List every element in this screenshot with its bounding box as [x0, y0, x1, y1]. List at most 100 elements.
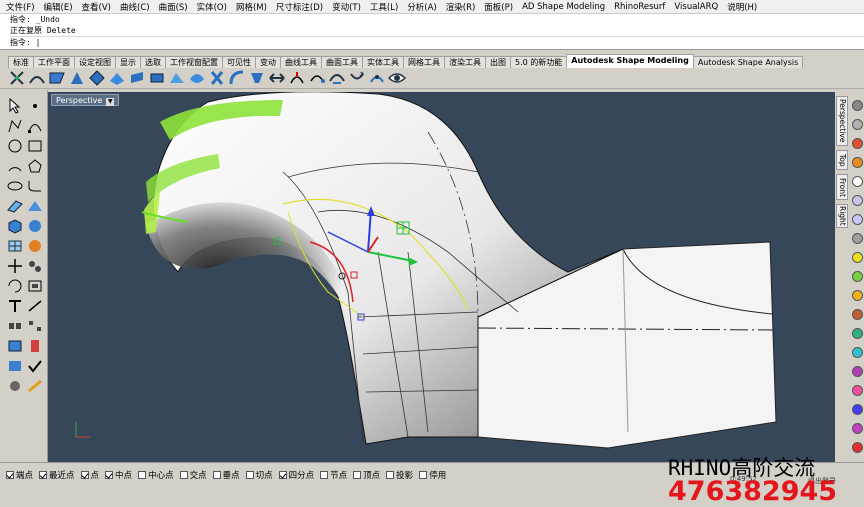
bend-icon[interactable] [228, 69, 246, 87]
menu-item[interactable]: 分析(A) [407, 1, 436, 13]
select-arrow-icon[interactable] [6, 98, 24, 114]
move-arrows-icon[interactable] [8, 69, 26, 87]
command-prompt-input[interactable]: 指令: | [10, 36, 864, 47]
toolbar-tab[interactable]: Autodesk Shape Modeling [566, 54, 694, 68]
toolbar-tab[interactable]: 曲面工具 [321, 56, 363, 68]
circle-icon[interactable] [6, 138, 24, 154]
sculpt-icon[interactable] [168, 69, 186, 87]
group-icon[interactable] [6, 338, 24, 354]
menu-item[interactable]: 说明(H) [727, 1, 757, 13]
menu-item[interactable]: VisualARQ [674, 2, 718, 12]
toolbar-tab[interactable]: 出图 [485, 56, 511, 68]
taper-icon[interactable] [248, 69, 266, 87]
color-swatch[interactable] [852, 214, 863, 225]
color-swatch[interactable] [852, 404, 863, 415]
toolbar-tab[interactable]: 设定视图 [74, 56, 116, 68]
analyze-icon[interactable] [6, 378, 24, 394]
twist-icon[interactable] [208, 69, 226, 87]
layer-icon[interactable] [26, 338, 44, 354]
osnap-checkbox[interactable] [278, 470, 287, 479]
osnap-checkbox[interactable] [179, 470, 188, 479]
toolbar-tab[interactable]: 选取 [140, 56, 166, 68]
menu-item[interactable]: 曲线(C) [120, 1, 150, 13]
osnap-checkbox[interactable] [138, 470, 147, 479]
toolbar-tab[interactable]: 渲染工具 [444, 56, 486, 68]
blend-surface-icon[interactable] [28, 69, 46, 87]
zebra-icon[interactable] [328, 69, 346, 87]
explode-icon[interactable] [26, 318, 44, 334]
viewport-menu-arrow-icon[interactable]: ▼ [106, 98, 115, 106]
split-icon[interactable] [26, 298, 44, 314]
copy-icon[interactable] [26, 258, 44, 274]
join-icon[interactable] [6, 318, 24, 334]
menu-item[interactable]: 文件(F) [6, 1, 35, 13]
loft-icon[interactable] [26, 198, 44, 214]
arc-icon[interactable] [6, 158, 24, 174]
osnap-option[interactable]: 中点 [105, 469, 132, 481]
color-swatch[interactable] [852, 100, 863, 111]
polygon-icon[interactable] [26, 158, 44, 174]
fillet-curve-icon[interactable] [26, 178, 44, 194]
view-tab[interactable]: Right [836, 204, 848, 228]
toolbar-tab[interactable]: 工作视窗配置 [165, 56, 223, 68]
view-tab[interactable]: Front [836, 174, 848, 200]
color-swatch[interactable] [852, 138, 863, 149]
menu-item[interactable]: 查看(V) [82, 1, 111, 13]
flip-icon[interactable] [348, 69, 366, 87]
move-icon[interactable] [6, 258, 24, 274]
control-point-curve-icon[interactable] [26, 118, 44, 134]
osnap-checkbox[interactable] [245, 470, 254, 479]
menu-item[interactable]: 工具(L) [370, 1, 398, 13]
toolbar-tab[interactable]: Autodesk Shape Analysis [692, 56, 804, 68]
perspective-viewport[interactable]: Perspective ▼ [48, 92, 835, 462]
color-swatch[interactable] [852, 195, 863, 206]
osnap-checkbox[interactable] [386, 470, 395, 479]
toolbar-tab[interactable]: 5.0 的新功能 [510, 56, 568, 68]
match-surface-icon[interactable] [48, 69, 66, 87]
color-swatch[interactable] [852, 385, 863, 396]
color-swatch[interactable] [852, 176, 863, 187]
color-swatch[interactable] [852, 309, 863, 320]
surface-fillet-icon[interactable] [108, 69, 126, 87]
menu-item[interactable]: 面板(P) [484, 1, 513, 13]
align-surface-icon[interactable] [68, 69, 86, 87]
toolbar-tab[interactable]: 可见性 [222, 56, 256, 68]
osnap-option[interactable]: 顶点 [353, 469, 380, 481]
toolbar-tab[interactable]: 实体工具 [362, 56, 404, 68]
osnap-checkbox[interactable] [353, 470, 362, 479]
osnap-checkbox[interactable] [80, 470, 89, 479]
properties-icon[interactable] [6, 358, 24, 374]
osnap-option[interactable]: 四分点 [278, 469, 314, 481]
menu-item[interactable]: 变动(T) [332, 1, 361, 13]
osnap-option[interactable]: 垂点 [212, 469, 240, 481]
osnap-option[interactable]: 交点 [179, 469, 207, 481]
flow-surface-icon[interactable] [128, 69, 146, 87]
osnap-checkbox[interactable] [320, 470, 329, 479]
extend-surface-icon[interactable] [148, 69, 166, 87]
extrude-surface-icon[interactable] [6, 198, 24, 214]
color-swatch[interactable] [852, 233, 863, 244]
curve-on-surface-icon[interactable] [308, 69, 326, 87]
osnap-checkbox[interactable] [105, 470, 114, 479]
toolbar-tab[interactable]: 工作平面 [33, 56, 75, 68]
view-tab[interactable]: Top [836, 150, 848, 170]
toolbar-tab[interactable]: 变动 [255, 56, 281, 68]
color-swatch[interactable] [852, 347, 863, 358]
menu-item[interactable]: 网格(M) [236, 1, 267, 13]
color-swatch[interactable] [852, 366, 863, 377]
toolbar-tab[interactable]: 网格工具 [403, 56, 445, 68]
color-swatch[interactable] [852, 423, 863, 434]
warp-icon[interactable] [188, 69, 206, 87]
color-swatch[interactable] [852, 442, 863, 453]
menu-item[interactable]: AD Shape Modeling [522, 2, 605, 12]
osnap-option[interactable]: 投影 [386, 469, 413, 481]
box-icon[interactable] [6, 218, 24, 234]
osnap-checkbox[interactable] [212, 470, 221, 479]
color-swatch[interactable] [852, 252, 863, 263]
scale-icon[interactable] [26, 278, 44, 294]
rotate-icon[interactable] [6, 278, 24, 294]
menu-item[interactable]: 编辑(E) [44, 1, 73, 13]
menu-item[interactable]: 实体(O) [197, 1, 227, 13]
dimension-icon[interactable] [26, 378, 44, 394]
toolbar-tab[interactable]: 曲线工具 [280, 56, 322, 68]
